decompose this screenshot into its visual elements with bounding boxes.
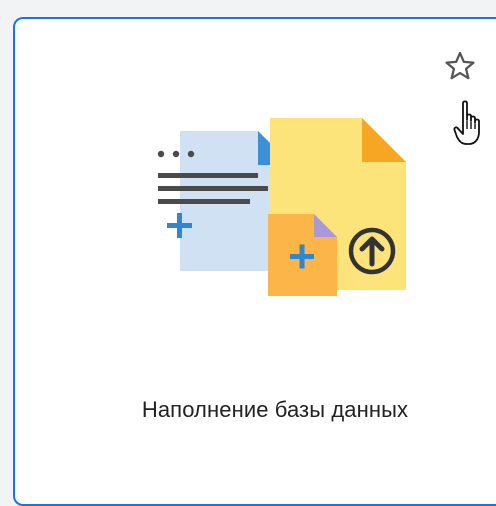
hand-pointer-cursor [453, 100, 480, 145]
dot [157, 150, 165, 158]
card-title: Наполнение базы данных [141, 397, 409, 422]
text-line [158, 186, 268, 191]
dot [187, 150, 195, 158]
yellow-document-fold [362, 118, 406, 162]
database-fill-illustration [157, 118, 406, 296]
star-outline-icon[interactable] [443, 49, 477, 83]
text-line [158, 173, 258, 178]
text-line [158, 199, 250, 204]
database-fill-card[interactable]: Наполнение базы данных [13, 17, 496, 506]
dot [172, 150, 180, 158]
